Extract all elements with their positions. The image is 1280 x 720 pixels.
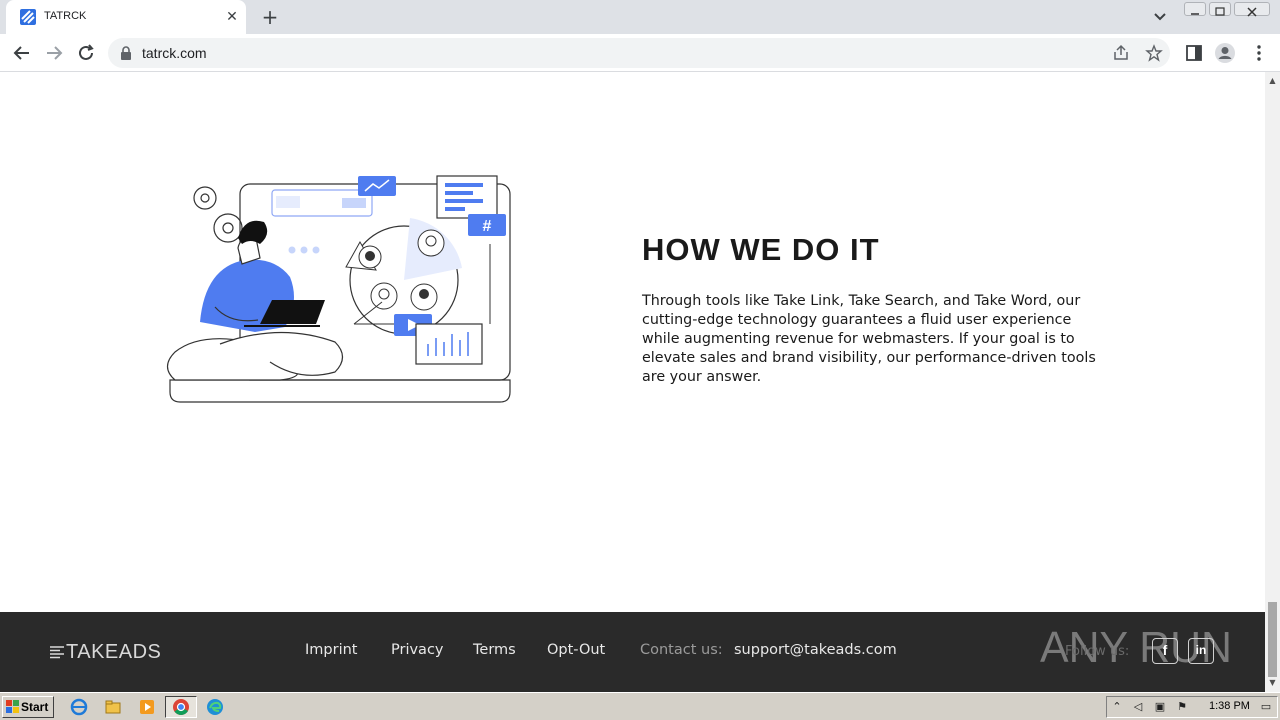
profile-avatar-icon[interactable] xyxy=(1214,42,1236,64)
facebook-icon[interactable]: f xyxy=(1152,638,1178,664)
reload-icon[interactable] xyxy=(75,42,97,64)
browser-menu-icon[interactable] xyxy=(1248,42,1270,64)
scroll-up-arrow-icon[interactable]: ▲ xyxy=(1268,76,1277,85)
chrome-icon xyxy=(173,699,189,715)
forward-arrow-icon[interactable] xyxy=(43,42,65,64)
file-explorer-icon[interactable] xyxy=(104,698,122,716)
tab-title: TATRCK xyxy=(44,10,87,22)
site-footer: TAKEADS Imprint Privacy Terms Opt-Out Co… xyxy=(0,612,1265,692)
back-arrow-icon[interactable] xyxy=(11,42,33,64)
tab-close-icon[interactable]: ✕ xyxy=(224,9,240,25)
action-center-flag-icon[interactable]: ⚑ xyxy=(1175,700,1189,714)
brand-name: TAKEADS xyxy=(66,641,162,663)
linkedin-icon[interactable]: in xyxy=(1188,638,1214,664)
windows-logo-icon xyxy=(6,700,19,713)
scroll-down-arrow-icon[interactable]: ▼ xyxy=(1268,678,1277,687)
close-window-button[interactable] xyxy=(1234,2,1270,17)
section-body-text: Through tools like Take Link, Take Searc… xyxy=(642,293,1096,385)
share-icon[interactable] xyxy=(1112,44,1130,62)
contact-email-link[interactable]: support@takeads.com xyxy=(734,642,897,658)
start-label: Start xyxy=(21,700,49,714)
restore-window-button[interactable] xyxy=(1209,2,1231,16)
bookmark-star-icon[interactable] xyxy=(1145,44,1163,62)
footer-link-opt-out[interactable]: Opt-Out xyxy=(547,642,605,658)
follow-us-label: Follow us: xyxy=(1065,644,1130,659)
side-panel-icon[interactable] xyxy=(1183,42,1205,64)
contact-label: Contact us: xyxy=(640,642,723,658)
takeads-logo[interactable]: TAKEADS xyxy=(50,641,161,664)
scroll-thumb[interactable] xyxy=(1268,602,1277,677)
tray-expand-icon[interactable]: ⌃ xyxy=(1110,700,1124,714)
os-taskbar: Start ⌃ ◁ ▣ ⚑ 1:38 PM ▭ xyxy=(0,692,1280,720)
tab-search-chevron-icon[interactable] xyxy=(1150,8,1170,26)
logo-lines-icon xyxy=(50,646,64,659)
browser-tab-active[interactable]: TATRCK ✕ xyxy=(6,0,246,34)
system-tray: ⌃ ◁ ▣ ⚑ 1:38 PM ▭ xyxy=(1106,696,1278,718)
media-player-icon[interactable] xyxy=(138,698,156,716)
minimize-window-button[interactable] xyxy=(1184,2,1206,16)
internet-explorer-icon[interactable] xyxy=(70,698,88,716)
network-icon[interactable]: ▣ xyxy=(1153,700,1167,714)
section-title: HOW WE DO IT xyxy=(642,232,880,267)
footer-link-imprint[interactable]: Imprint xyxy=(305,642,357,658)
site-favicon-icon xyxy=(20,9,36,25)
taskbar-chrome-active[interactable] xyxy=(165,696,197,718)
browser-toolbar: tatrck.com xyxy=(0,34,1280,72)
new-tab-button[interactable]: + xyxy=(259,6,281,28)
lock-icon[interactable] xyxy=(120,46,132,60)
page-scrollbar[interactable]: ▲ ▼ xyxy=(1265,72,1280,692)
start-button[interactable]: Start xyxy=(2,696,54,718)
tab-strip: TATRCK ✕ + xyxy=(0,0,1280,34)
hero-illustration: # xyxy=(166,175,511,403)
footer-link-terms[interactable]: Terms xyxy=(473,642,516,658)
edge-icon[interactable] xyxy=(206,698,224,716)
url-text[interactable]: tatrck.com xyxy=(142,45,207,61)
show-desktop-icon[interactable]: ▭ xyxy=(1259,700,1273,714)
address-bar[interactable]: tatrck.com xyxy=(108,38,1170,68)
volume-icon[interactable]: ◁ xyxy=(1131,700,1145,714)
footer-link-privacy[interactable]: Privacy xyxy=(391,642,444,658)
hash-badge-text: # xyxy=(483,218,492,235)
taskbar-clock[interactable]: 1:38 PM xyxy=(1209,700,1250,712)
page-viewport: # HOW WE DO IT Through tools like Take L… xyxy=(0,72,1265,692)
